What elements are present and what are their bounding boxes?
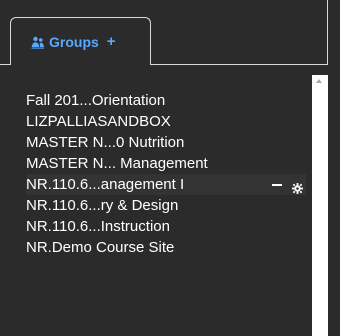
- group-item[interactable]: Fall 201...Orientation: [26, 90, 306, 111]
- group-item[interactable]: NR.Demo Course Site: [26, 237, 306, 258]
- group-item[interactable]: NR.110.6...Instruction: [26, 216, 306, 237]
- group-list: Fall 201...Orientation LIZPALLIASANDBOX …: [26, 90, 306, 258]
- tab-groups-label: Groups: [49, 33, 99, 50]
- group-item[interactable]: MASTER N...0 Nutrition: [26, 132, 306, 153]
- group-item[interactable]: NR.110.6...ry & Design: [26, 195, 306, 216]
- group-item[interactable]: MASTER N... Management: [26, 153, 306, 174]
- tab-groups[interactable]: Groups +: [10, 17, 151, 65]
- group-item-active[interactable]: NR.110.6...anagement I: [26, 174, 306, 195]
- add-group-icon[interactable]: +: [107, 33, 116, 50]
- minus-icon[interactable]: [272, 183, 282, 186]
- tab-bar: Groups +: [0, 0, 340, 65]
- group-item[interactable]: LIZPALLIASANDBOX: [26, 111, 306, 132]
- scroll-up-arrow-icon[interactable]: [316, 79, 322, 83]
- group-item-label: NR.110.6...anagement I: [26, 176, 185, 193]
- tab-divider-vertical: [327, 0, 328, 65]
- scrollbar-track[interactable]: [312, 75, 328, 336]
- right-edge: [328, 65, 340, 336]
- gear-icon[interactable]: [292, 179, 303, 194]
- group-item-actions: [272, 174, 303, 195]
- group-icon: [31, 35, 45, 49]
- groups-panel: Groups + Fall 201...Orientation LIZPALLI…: [0, 0, 340, 336]
